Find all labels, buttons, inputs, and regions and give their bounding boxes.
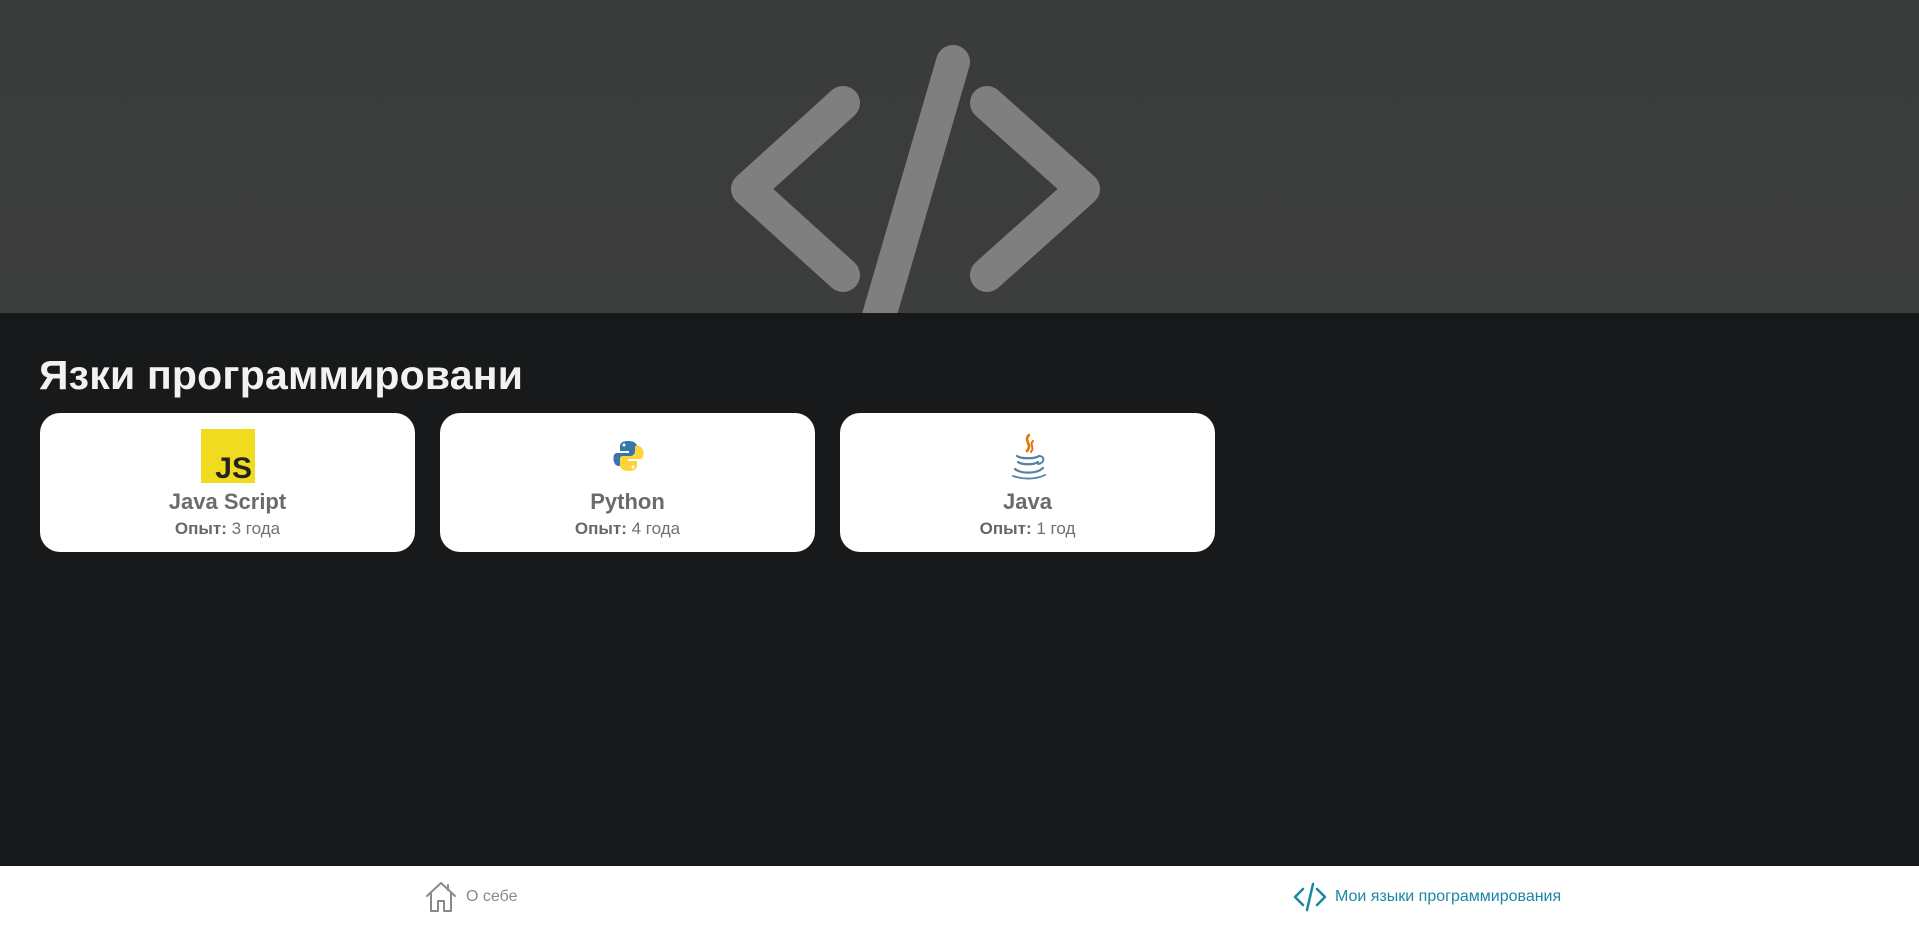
language-name: Java Script	[168, 489, 287, 514]
nav-item-label: Мои языки программирования	[1335, 888, 1562, 905]
experience-value: 4 года	[631, 519, 681, 538]
nav-item-label: О себе	[466, 888, 518, 905]
javascript-logo-icon: JS	[200, 429, 255, 483]
experience-label: Опыт:	[979, 519, 1032, 538]
code-icon	[1293, 882, 1327, 912]
language-experience: Опыт: 4 года	[440, 519, 815, 539]
home-icon	[426, 882, 456, 912]
nav-item-about[interactable]: О себе	[424, 866, 518, 928]
experience-label: Опыт:	[174, 519, 227, 538]
language-card-javascript[interactable]: JS Java Script Опыт: 3 года	[40, 413, 415, 552]
python-logo-icon	[612, 441, 644, 471]
bottom-navigation: О себе Мои языки программирования	[0, 866, 1919, 928]
svg-text:JS: JS	[215, 452, 252, 483]
code-brackets-icon	[731, 45, 1100, 313]
language-experience: Опыт: 3 года	[40, 519, 415, 539]
experience-value: 3 года	[231, 519, 281, 538]
language-name: Python	[590, 489, 665, 514]
page-title: Язки программировани	[39, 352, 524, 398]
language-card-python[interactable]: Python Опыт: 4 года	[440, 413, 815, 552]
experience-label: Опыт:	[574, 519, 627, 538]
language-name: Java	[1003, 489, 1052, 514]
hero-banner	[0, 0, 1919, 313]
experience-value: 1 год	[1036, 519, 1076, 538]
language-card-java[interactable]: Java Опыт: 1 год	[840, 413, 1215, 552]
nav-item-languages[interactable]: Мои языки программирования	[1293, 866, 1561, 928]
java-logo-icon	[1011, 433, 1046, 480]
language-experience: Опыт: 1 год	[840, 519, 1215, 539]
